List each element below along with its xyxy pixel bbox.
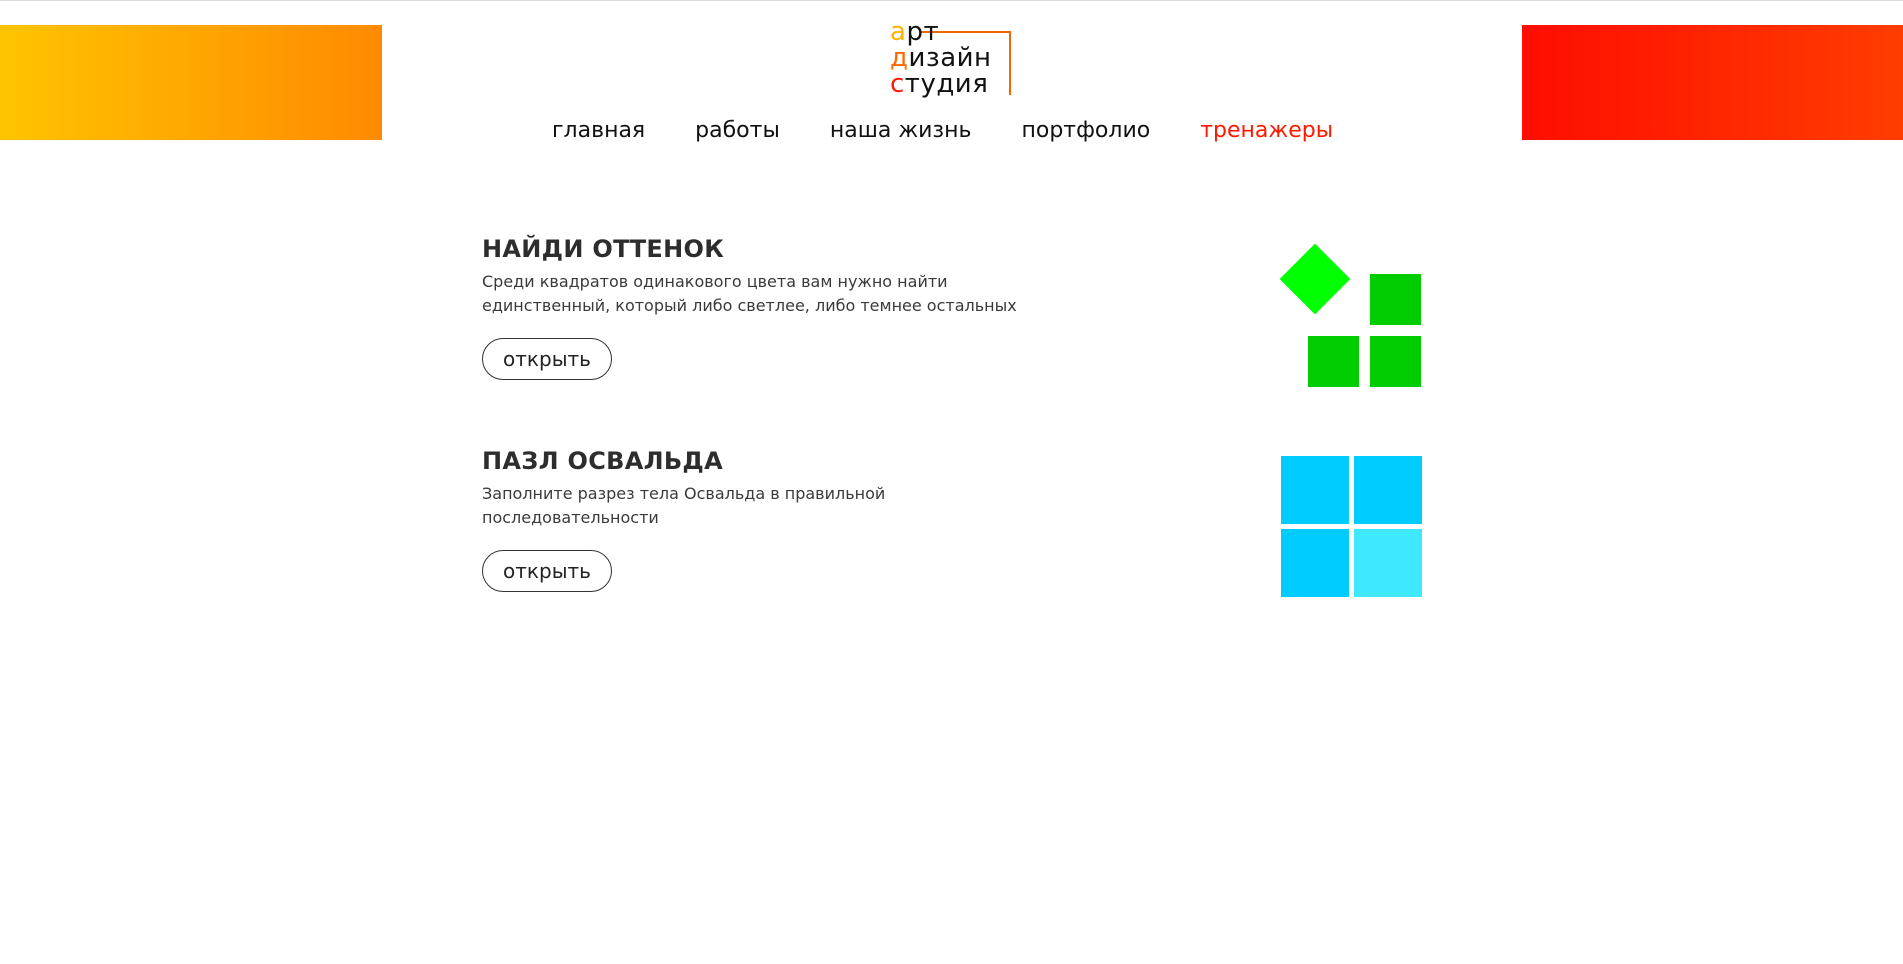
trainer-description: Заполните разрез тела Освальда в правиль…	[482, 484, 886, 527]
blue-square	[1281, 456, 1349, 524]
open-button[interactable]: открыть	[482, 338, 612, 380]
nav-item-works[interactable]: работы	[695, 116, 780, 146]
blue-square-light	[1354, 529, 1422, 597]
nav-item-trainers[interactable]: тренажеры	[1200, 116, 1333, 146]
nav-item-our-life[interactable]: наша жизнь	[830, 116, 972, 146]
blue-square	[1281, 529, 1349, 597]
nav-item-home[interactable]: главная	[552, 116, 645, 146]
main-nav: главная работы наша жизнь портфолио трен…	[552, 116, 1383, 146]
banner-right-gradient	[1522, 25, 1903, 140]
trainer-title: НАЙДИ ОТТЕНОК	[482, 235, 725, 263]
studio-logo[interactable]: арт дизайн студия	[890, 18, 1015, 98]
green-square	[1370, 274, 1421, 325]
logo-line-1: арт	[890, 18, 939, 46]
logo-line-2: дизайн	[890, 44, 992, 72]
green-square	[1370, 336, 1421, 387]
logo-text: тудия	[904, 69, 989, 99]
blue-square	[1354, 456, 1422, 524]
green-square	[1308, 336, 1359, 387]
top-divider	[0, 0, 1903, 1]
open-button[interactable]: открыть	[482, 550, 612, 592]
nav-item-portfolio[interactable]: портфолио	[1021, 116, 1150, 146]
banner-left-gradient	[0, 25, 382, 140]
logo-line-3: студия	[890, 70, 988, 98]
logo-letter: с	[890, 69, 905, 99]
trainer-description: Среди квадратов одинакового цвета вам ну…	[482, 272, 1017, 315]
